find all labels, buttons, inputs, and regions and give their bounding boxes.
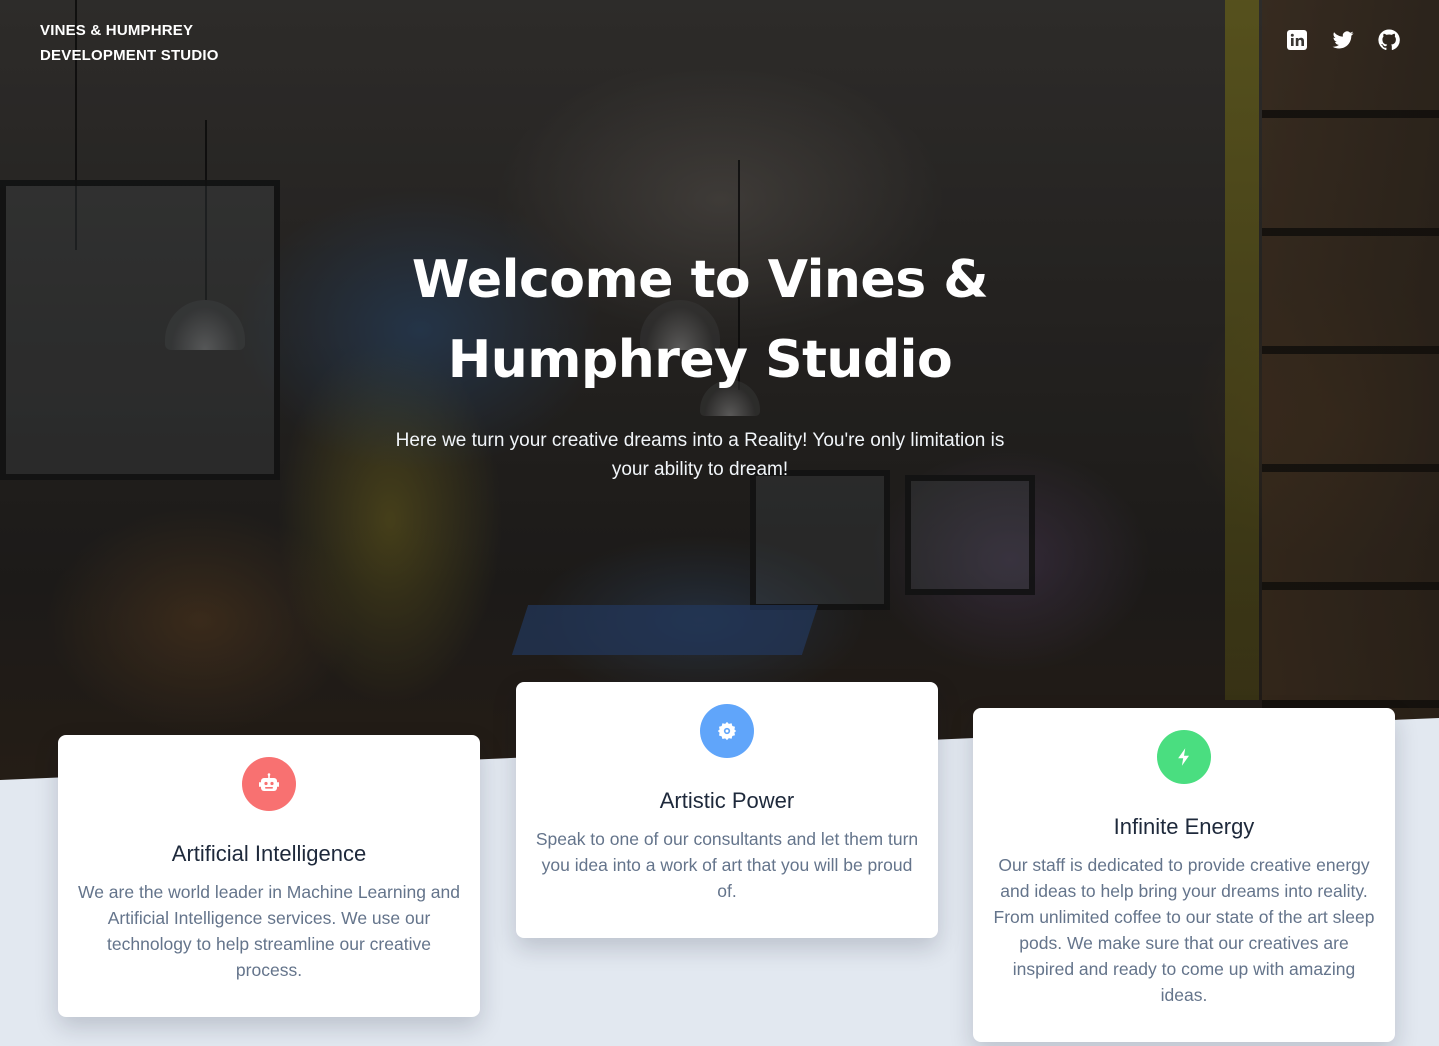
feature-badge [700,704,754,758]
hero-subtitle: Here we turn your creative dreams into a… [395,430,1005,480]
feature-description: Speak to one of our consultants and let … [535,829,919,901]
feature-card-energy: Infinite Energy Our staff is dedicated t… [973,708,1395,1042]
feature-badge [242,757,296,811]
landing-page: VINES & HUMPHREY DEVELOPMENT STUDIO Welc… [0,0,1439,1046]
lightning-icon [1178,748,1189,766]
hero-headline: Welcome to Vines & Humphrey Studio Here … [380,240,1020,484]
hero-title-line-2: Humphrey Studio [447,330,953,390]
feature-description: Our staff is dedicated to provide creati… [993,855,1375,1005]
feature-card-artistic: Artistic Power Speak to one of our consu… [516,682,938,938]
brand-line-2: DEVELOPMENT STUDIO [40,47,219,64]
brand-logo[interactable]: VINES & HUMPHREY DEVELOPMENT STUDIO [40,18,219,68]
feature-title: Artificial Intelligence [171,841,367,866]
feature-title: Artistic Power [659,788,795,813]
feature-description: We are the world leader in Machine Learn… [78,882,460,980]
social-links [1285,28,1401,52]
github-icon[interactable] [1377,28,1401,52]
hero-title-line-1: Welcome to Vines & [411,250,989,310]
feature-card-ai: Artificial Intelligence We are the world… [58,735,480,1017]
twitter-icon[interactable] [1331,28,1355,52]
robot-icon [259,773,279,791]
brand-line-1: VINES & HUMPHREY [40,22,194,39]
linkedin-icon[interactable] [1285,28,1309,52]
feature-badge [1157,730,1211,784]
hero-title: Welcome to Vines & Humphrey Studio [380,240,1020,400]
cog-icon [717,721,737,741]
feature-title: Infinite Energy [1113,814,1255,839]
